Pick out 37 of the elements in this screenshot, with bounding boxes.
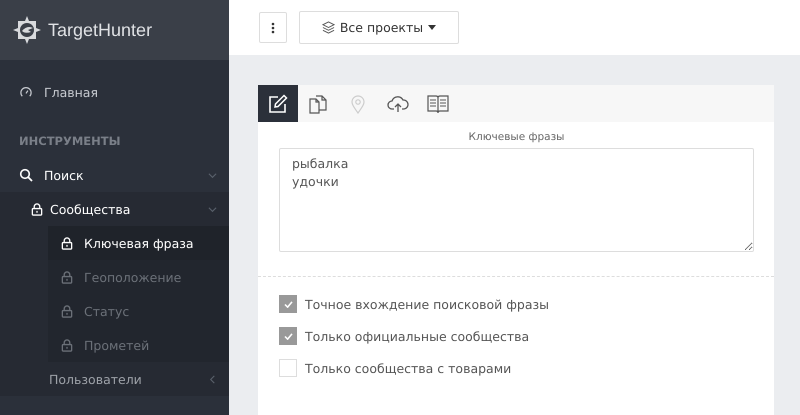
- keywords-textarea[interactable]: рыбалка удочки: [279, 148, 754, 252]
- search-icon: [19, 168, 33, 182]
- logo-icon: [12, 15, 42, 45]
- book-icon: [427, 94, 449, 114]
- lock-icon: [61, 304, 73, 318]
- sidebar-item[interactable]: Сообщества: [0, 192, 229, 226]
- checkbox[interactable]: [279, 327, 297, 345]
- lock-icon: [61, 270, 73, 284]
- chevron-down-icon: [208, 170, 217, 180]
- sidebar-item[interactable]: Пользователи: [0, 362, 229, 396]
- chevron-down-icon: [208, 204, 217, 214]
- sidebar-item[interactable]: Главная: [0, 75, 229, 109]
- lock-icon: [61, 236, 73, 250]
- menu-button[interactable]: [259, 12, 287, 43]
- sidebar-item[interactable]: Ключевая фраза: [48, 226, 229, 260]
- checkbox-label: Только официальные сообщества: [305, 328, 530, 344]
- documents-icon: [308, 94, 328, 114]
- tab[interactable]: [258, 85, 298, 122]
- caret-icon: [428, 25, 436, 30]
- checkbox-label: Только сообщества с товарами: [305, 360, 512, 376]
- lock-icon: [31, 202, 43, 216]
- layers-icon: [322, 21, 335, 34]
- edit-icon: [268, 94, 288, 114]
- section-heading: ИНСТРУМЕНТЫ: [18, 133, 122, 150]
- cloud-upload-icon: [387, 94, 409, 114]
- gauge-icon: [19, 86, 33, 98]
- chevron-left-icon: [208, 374, 217, 384]
- lock-icon: [61, 338, 73, 352]
- sidebar-item[interactable]: Поиск: [0, 158, 229, 192]
- check-icon: [284, 300, 292, 308]
- checkbox-label: Точное вхождение поисковой фразы: [305, 296, 550, 312]
- check-icon: [284, 332, 292, 340]
- logo-text: TargetHunter: [48, 20, 152, 40]
- more-icon: [271, 22, 275, 34]
- field-label: Ключевые фразы: [468, 130, 566, 145]
- projects-dropdown[interactable]: Все проекты: [299, 11, 459, 44]
- checkbox[interactable]: [279, 295, 297, 313]
